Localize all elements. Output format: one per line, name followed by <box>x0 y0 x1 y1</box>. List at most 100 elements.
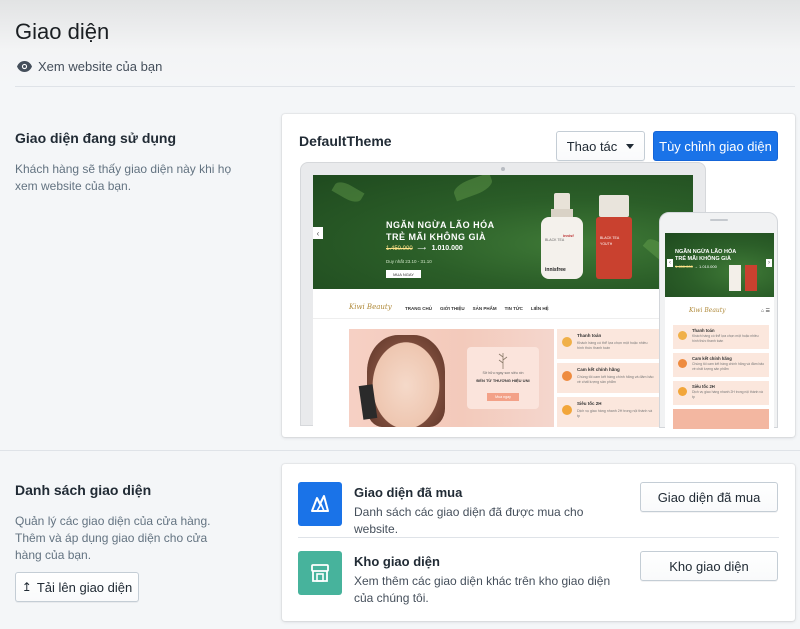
banner-date: Duy nhất 23.10 - 31.10 <box>386 259 432 264</box>
upload-icon: ↥ <box>21 580 32 594</box>
feature-item: Siêu tốc 2H Dịch vụ giao hàng nhanh 2H t… <box>557 397 659 427</box>
bottle-image <box>745 265 757 291</box>
phone-screen: NGĂN NGỪA LÃO HÓA TRẺ MÃI KHÔNG GIÀ 1.45… <box>665 233 774 429</box>
phone-logo: Kiwi Beauty <box>689 307 726 314</box>
new-price: 1.010.000 <box>699 264 717 269</box>
eye-icon <box>17 61 32 72</box>
caret-down-icon <box>626 143 635 149</box>
divider <box>0 450 800 451</box>
slider-next-icon: › <box>766 259 772 267</box>
banner-title-line: TRẺ MÃI KHÔNG GIÀ <box>386 232 486 242</box>
svg-text:innisf: innisf <box>563 233 574 238</box>
section-title-current-theme: Giao diện đang sử dụng <box>15 130 177 146</box>
actions-dropdown-button[interactable]: Thao tác <box>556 131 645 161</box>
banner-title: NGĂN NGỪA LÃO HÓA TRẺ MÃI KHÔNG GIÀ <box>386 219 495 243</box>
feature-desc: Dịch vụ giao hàng nhanh 2H trong nội thà… <box>692 390 763 399</box>
leaf-decoration <box>331 178 365 206</box>
theme-store-description: Xem thêm các giao diện khác trên kho gia… <box>354 574 611 605</box>
preview-banner: NGĂN NGỪA LÃO HÓA TRẺ MÃI KHÔNG GIÀ 1.45… <box>313 175 693 289</box>
authentic-icon <box>678 359 687 368</box>
phone-nav-icons: ⌂ ☰ <box>761 308 770 314</box>
banner-price: 1.450.000 ⟶ 1.010.000 <box>386 245 463 252</box>
banner-title-line: NGĂN NGỪA LÃO HÓA <box>675 249 737 255</box>
delivery-icon <box>678 387 687 396</box>
purchased-themes-title: Giao diện đã mua <box>354 485 463 500</box>
preview-navbar: Kiwi Beauty TRANG CHỦ GIỚI THIỆU SẢN PHẨ… <box>313 299 693 319</box>
ampoule-bottle-image: BLACK TEA innisf innisfree <box>541 193 583 279</box>
old-price: 1.450.000 <box>386 246 413 252</box>
preview-nav-item: GIỚI THIỆU <box>440 306 465 311</box>
svg-text:innisfree: innisfree <box>545 267 566 273</box>
preview-promo-card: Sở hữu ngay son siêu xin ĐẾN TỪ THƯƠNG H… <box>467 347 539 409</box>
feature-title: Thanh toán <box>692 328 715 333</box>
laptop-screen: NGĂN NGỪA LÃO HÓA TRẺ MÃI KHÔNG GIÀ 1.45… <box>313 175 693 427</box>
svg-text:BLACK TEA: BLACK TEA <box>545 238 565 242</box>
preview-features: Thanh toán Khách hàng có thể lựa chọn mộ… <box>557 329 659 427</box>
feature-desc: Chúng tôi cam kết hàng chính hãng và đảm… <box>577 375 654 384</box>
feature-desc: Khách hàng có thể lựa chọn một hoặc nhiề… <box>692 334 759 343</box>
new-price: 1.010.000 <box>431 245 463 252</box>
promo-small-text: Sở hữu ngay son siêu xin <box>482 371 524 375</box>
laptop-preview: NGĂN NGỪA LÃO HÓA TRẺ MÃI KHÔNG GIÀ 1.45… <box>300 162 706 427</box>
upload-theme-button[interactable]: ↥ Tải lên giao diện <box>15 572 139 602</box>
divider <box>298 537 779 538</box>
phone-speaker <box>710 219 728 221</box>
preview-nav-item: TRANG CHỦ <box>405 306 432 311</box>
model-face-image <box>367 335 445 427</box>
promo-strong-text: ĐẾN TỪ THƯƠNG HIỆU UNI <box>476 378 530 383</box>
theme-store-title: Kho giao diện <box>354 554 440 569</box>
theme-name: DefaultTheme <box>299 133 392 149</box>
essence-bottle-image: BLACK TEA YOUTH <box>596 195 632 279</box>
purchased-themes-description: Danh sách các giao diện đã được mua cho … <box>354 505 584 536</box>
section-description-current-theme: Khách hàng sẽ thấy giao diện này khi họ … <box>15 162 232 193</box>
current-theme-card: DefaultTheme Thao tác Tùy chỉnh giao diệ… <box>282 114 795 437</box>
banner-buy-button: MUA NGAY <box>386 270 421 278</box>
preview-logo: Kiwi Beauty <box>349 303 392 311</box>
authentic-icon <box>562 371 572 381</box>
view-website-link[interactable]: Xem website của bạn <box>17 59 162 74</box>
banner-title-line: NGĂN NGỪA LÃO HÓA <box>386 220 495 230</box>
feature-title: Siêu tốc 2H <box>577 401 602 406</box>
section-title-theme-list: Danh sách giao diện <box>15 482 152 498</box>
view-website-label[interactable]: Xem website của bạn <box>38 59 162 74</box>
phone-banner-title: NGĂN NGỪA LÃO HÓA TRẺ MÃI KHÔNG GIÀ <box>675 249 736 263</box>
feature-desc: Chúng tôi cam kết hàng chính hãng và đảm… <box>692 362 765 371</box>
feature-item: Siêu tốc 2H Dịch vụ giao hàng nhanh 2H t… <box>673 381 769 405</box>
feature-item: Cam kết chính hãng Chúng tôi cam kết hàn… <box>673 353 769 377</box>
feature-desc: Dịch vụ giao hàng nhanh 2H trong nội thà… <box>577 409 653 418</box>
purchased-themes-button[interactable]: Giao diện đã mua <box>640 482 778 512</box>
bottle-image <box>729 265 741 291</box>
preview-nav-menu: TRANG CHỦ GIỚI THIỆU SẢN PHẨM TIN TỨC LI… <box>405 306 549 311</box>
divider <box>15 86 795 87</box>
promo-button: Mua ngay <box>487 393 519 401</box>
leaf-branch-icon <box>498 353 508 369</box>
payment-icon <box>562 337 572 347</box>
preview-nav-item: SẢN PHẨM <box>472 306 497 311</box>
page-header <box>0 0 800 88</box>
preview-nav-item: TIN TỨC <box>504 306 523 311</box>
preview-nav-item: LIÊN HỆ <box>530 306 549 311</box>
feature-title: Thanh toán <box>577 333 602 338</box>
delivery-icon <box>562 405 572 415</box>
theme-list-card: Giao diện đã mua Danh sách các giao diện… <box>282 464 795 621</box>
list-item-theme-store: Kho giao diện Xem thêm các giao diện khá… <box>282 551 795 629</box>
camera-dot <box>501 167 505 171</box>
slider-prev-icon: ‹ <box>313 227 323 239</box>
preview-promo-image: Sở hữu ngay son siêu xin ĐẾN TỪ THƯƠNG H… <box>349 329 554 427</box>
phone-banner: NGĂN NGỪA LÃO HÓA TRẺ MÃI KHÔNG GIÀ 1.45… <box>665 233 774 297</box>
old-price: 1.450.000 <box>675 264 693 269</box>
upload-theme-label: Tải lên giao diện <box>36 579 133 595</box>
banner-title-line: TRẺ MÃI KHÔNG GIÀ <box>675 256 731 262</box>
section-description-theme-list: Quản lý các giao diện của cửa hàng. Thêm… <box>15 514 211 562</box>
feature-item: Cam kết chính hãng Chúng tôi cam kết hàn… <box>557 363 659 393</box>
promo-strip <box>673 409 769 429</box>
slider-prev-icon: ‹ <box>667 259 673 267</box>
feature-title: Siêu tốc 2H <box>692 384 715 389</box>
store-icon <box>298 551 342 595</box>
feature-item: Thanh toán Khách hàng có thể lựa chọn mộ… <box>673 325 769 349</box>
feature-desc: Khách hàng có thể lựa chọn một hoặc nhiề… <box>577 341 648 350</box>
svg-text:BLACK TEA: BLACK TEA <box>600 236 620 240</box>
page-title: Giao diện <box>15 19 110 44</box>
theme-store-button[interactable]: Kho giao diện <box>640 551 778 581</box>
customize-theme-button[interactable]: Tùy chỉnh giao diện <box>653 131 778 161</box>
